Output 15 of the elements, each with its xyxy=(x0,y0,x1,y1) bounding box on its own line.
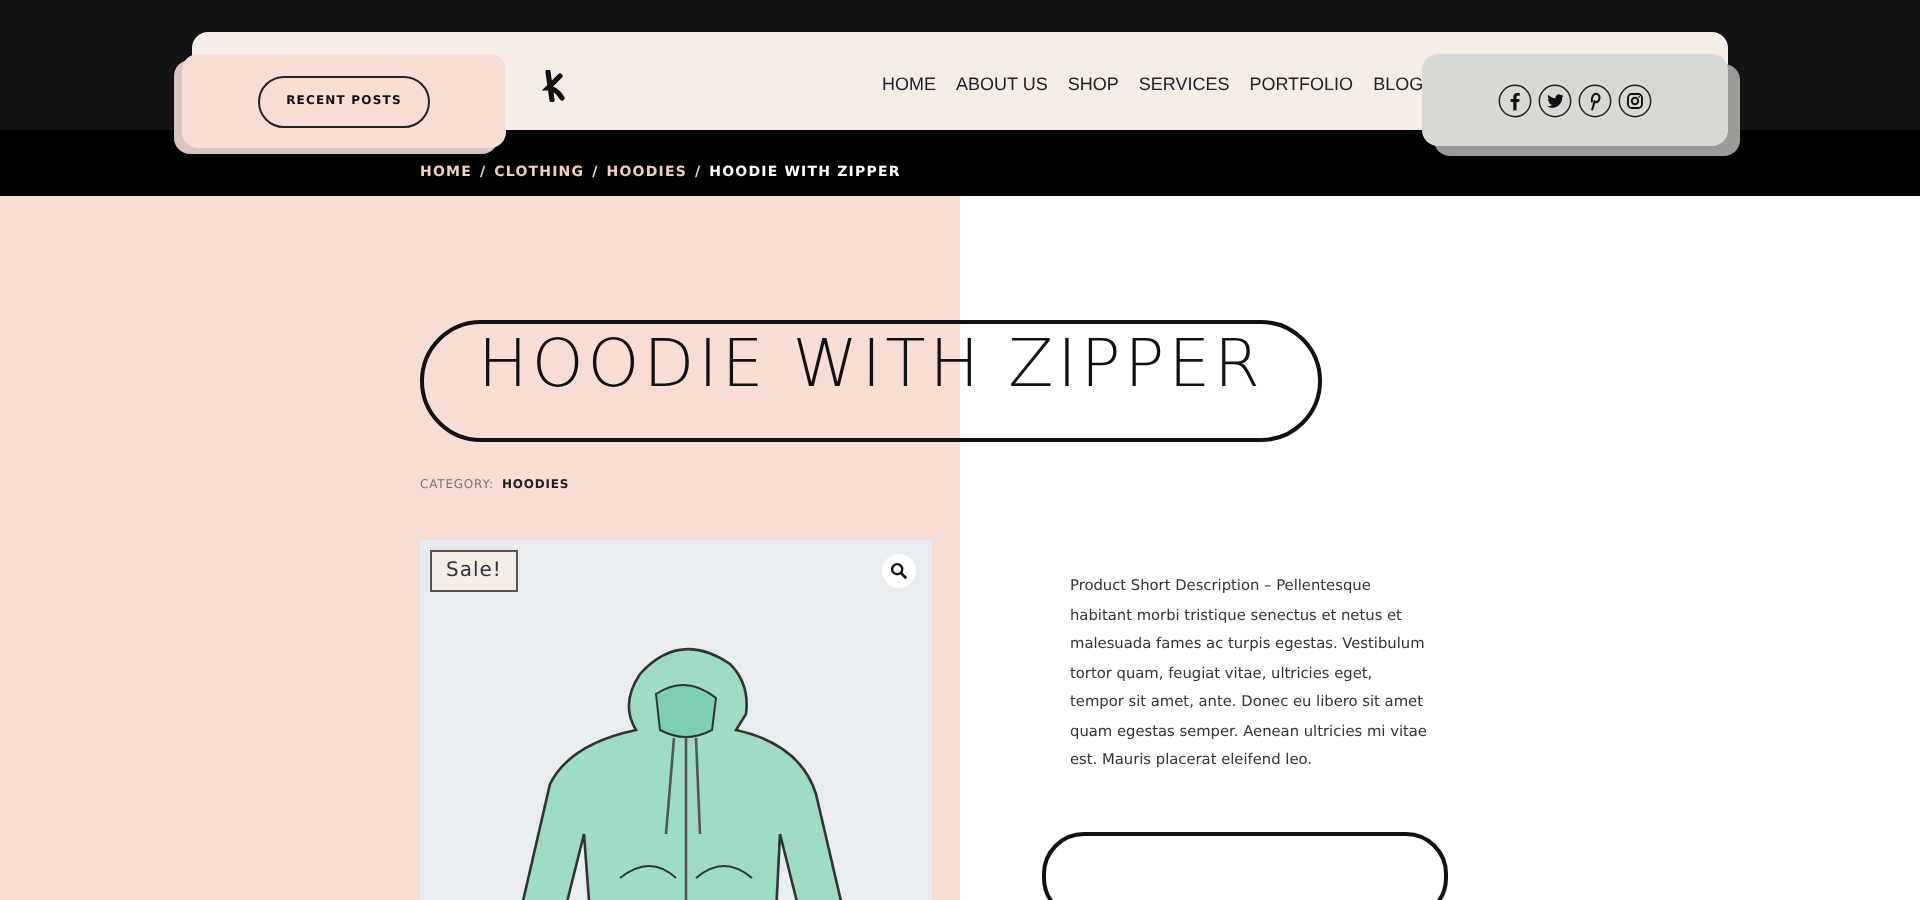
nav-link[interactable]: BLOG xyxy=(1373,74,1424,94)
nav-link[interactable]: HOME xyxy=(882,74,936,94)
twitter-icon[interactable] xyxy=(1538,83,1572,117)
search-button[interactable] xyxy=(882,554,916,588)
logo-icon[interactable] xyxy=(542,70,566,102)
nav-link[interactable]: ABOUT US xyxy=(956,74,1048,94)
search-icon xyxy=(890,562,908,580)
product-title: HOODIE WITH ZIPPER xyxy=(420,320,1322,442)
facebook-icon[interactable] xyxy=(1498,83,1532,117)
nav-link[interactable]: SHOP xyxy=(1067,74,1119,94)
instagram-icon[interactable] xyxy=(1618,83,1652,117)
nav-link[interactable]: PORTFOLIO xyxy=(1249,74,1354,94)
nav-link[interactable]: SERVICES xyxy=(1138,74,1230,94)
sale-badge: Sale! xyxy=(430,550,518,592)
pinterest-icon[interactable] xyxy=(1578,83,1612,117)
